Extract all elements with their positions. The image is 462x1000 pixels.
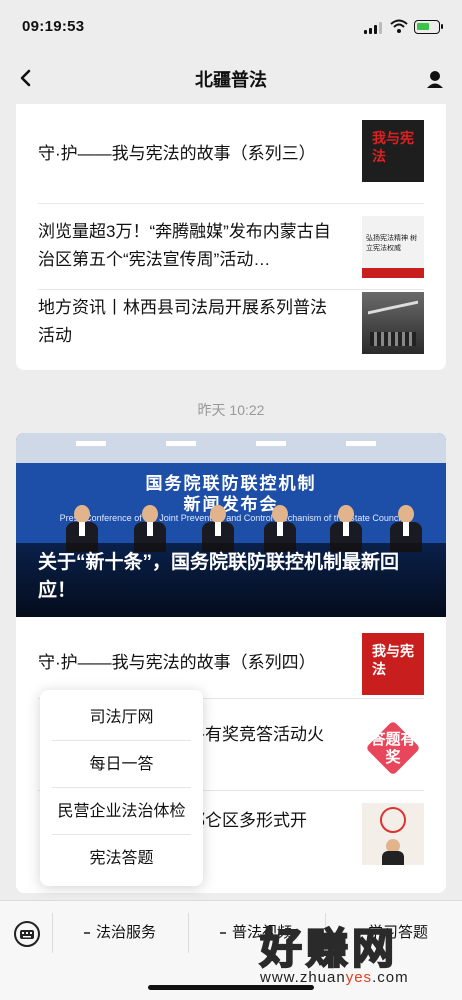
article-thumbnail: 我与宪法	[362, 633, 424, 695]
menu-button-legal-service[interactable]: 法治服务	[84, 921, 156, 945]
article-row[interactable]: 地方资讯丨林西县司法局开展系列普法活动	[38, 290, 424, 370]
site-watermark: 好赚网 www.zhuanyes.com	[259, 915, 456, 995]
thumbnail-text: 我与宪法	[372, 644, 414, 678]
watermark-title: 好赚网	[259, 924, 399, 973]
hero-caption: 关于“新十条”，国务院联防联控机制最新回应！	[38, 552, 400, 601]
profile-icon[interactable]	[424, 68, 446, 90]
article-thumbnail: 答题有奖	[362, 717, 424, 779]
article-title: 地方资讯丨林西县司法局开展系列普法活动	[38, 298, 327, 345]
status-bar: 09:19:53	[0, 0, 462, 52]
article-row[interactable]: 守·护——我与宪法的故事（系列三） 我与宪法	[38, 120, 424, 204]
thumbnail-text: 答题有奖	[370, 731, 416, 766]
article-row[interactable]: 浏览量超3万！“奔腾融媒”发布内蒙古自治区第五个“宪法宣传周”活动… 弘扬宪法精…	[38, 204, 424, 290]
article-title: 都仑区多形式开	[188, 811, 307, 830]
home-indicator[interactable]	[148, 985, 314, 990]
thumbnail-text: 我与宪法	[372, 131, 414, 165]
article-title: 浏览量超3万！“奔腾融媒”发布内蒙古自治区第五个“宪法宣传周”活动…	[38, 222, 331, 269]
hero-article[interactable]: 国务院联防联控机制 新闻发布会 Press Conference of the …	[16, 433, 446, 617]
submenu-popup: 司法厅网 每日一答 民营企业法治体检 宪法答题	[40, 690, 203, 886]
article-title: 各有奖竞答活动火	[188, 725, 324, 744]
submenu-item[interactable]: 司法厅网	[52, 694, 191, 741]
article-card: 守·护——我与宪法的故事（系列三） 我与宪法 浏览量超3万！“奔腾融媒”发布内蒙…	[16, 104, 446, 370]
battery-icon	[414, 20, 443, 34]
cellular-signal-icon	[364, 22, 384, 34]
article-title: 守·护——我与宪法的故事（系列四）	[38, 653, 316, 672]
article-thumbnail: 弘扬宪法精神 树立宪法权威	[362, 216, 424, 278]
article-thumbnail	[362, 292, 424, 354]
message-timestamp: 昨天 10:22	[197, 402, 265, 418]
wifi-icon	[390, 19, 408, 33]
nav-bar: 北疆普法	[0, 52, 462, 104]
thumbnail-text: 弘扬宪法精神 树立宪法权威	[366, 235, 417, 252]
keyboard-toggle-icon[interactable]	[12, 919, 42, 949]
submenu-item[interactable]: 每日一答	[52, 741, 191, 788]
menu-label: 法治服务	[96, 924, 157, 941]
menu-dash-icon	[84, 932, 90, 935]
article-title: 守·护——我与宪法的故事（系列三）	[38, 144, 316, 163]
submenu-item[interactable]: 民营企业法治体检	[52, 788, 191, 835]
article-thumbnail: 我与宪法	[362, 120, 424, 182]
status-time: 09:19:53	[22, 18, 85, 35]
watermark-url: www.zhuanyes.com	[260, 969, 409, 986]
page-title: 北疆普法	[195, 70, 267, 90]
menu-dash-icon	[220, 932, 226, 935]
article-thumbnail	[362, 803, 424, 865]
submenu-item[interactable]: 宪法答题	[52, 835, 191, 882]
